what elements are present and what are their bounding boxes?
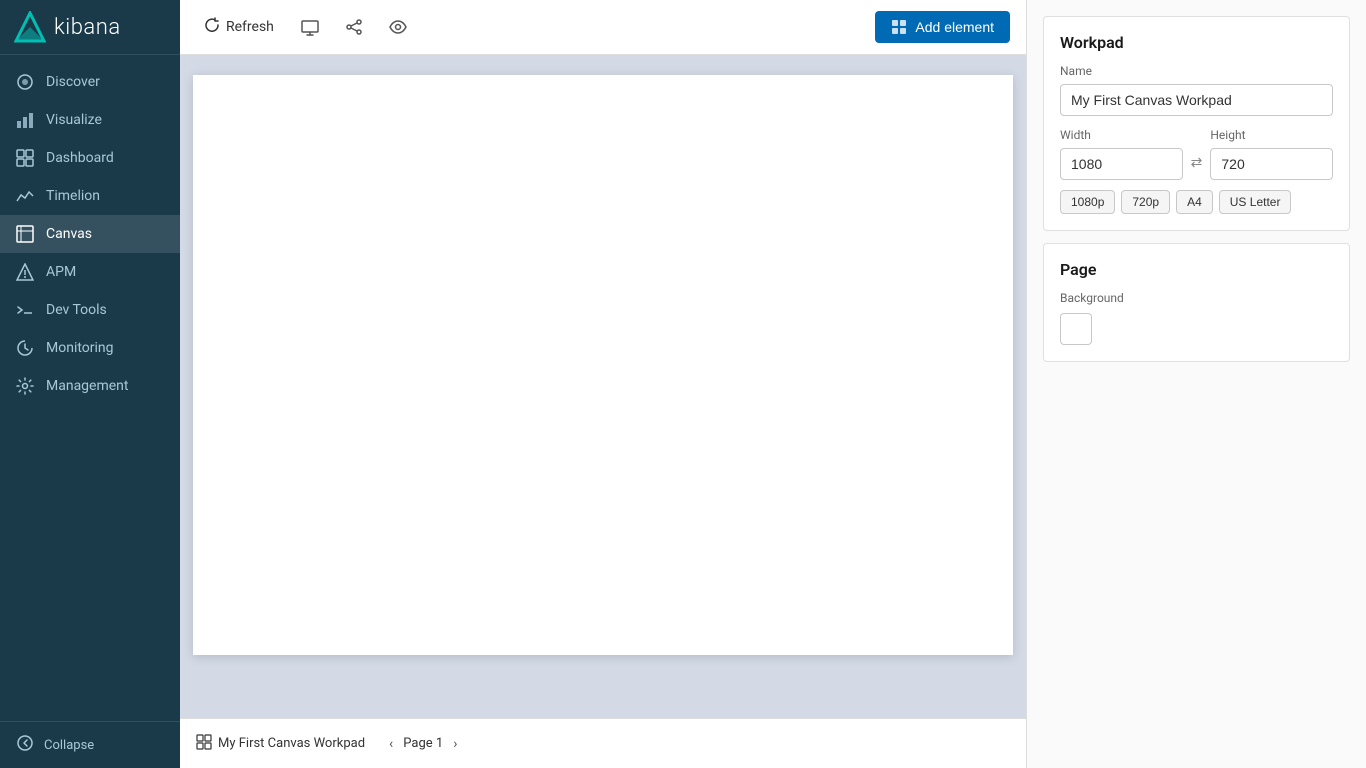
- workpad-name-section: My First Canvas Workpad: [196, 734, 365, 754]
- preview-icon-button[interactable]: [382, 11, 414, 43]
- monitoring-icon: [16, 339, 34, 357]
- workpad-section: Workpad Name Width ⇄ Height 1080p 720p A…: [1043, 16, 1350, 231]
- sidebar-item-canvas[interactable]: Canvas: [0, 215, 180, 253]
- toolbar: Refresh Add element: [180, 0, 1026, 55]
- sidebar-item-monitoring[interactable]: Monitoring: [0, 329, 180, 367]
- preset-720p[interactable]: 720p: [1121, 190, 1170, 214]
- refresh-label: Refresh: [226, 19, 274, 35]
- canvas-area[interactable]: [180, 55, 1026, 718]
- workpad-section-title: Workpad: [1060, 33, 1333, 52]
- height-label: Height: [1210, 128, 1333, 142]
- main-content: Refresh Add element My First Canvas Work…: [180, 0, 1026, 768]
- sidebar-bottom: Collapse: [0, 721, 180, 768]
- nav-items: Discover Visualize Dashboard Timelion Ca…: [0, 55, 180, 721]
- screen-icon-button[interactable]: [294, 11, 326, 43]
- canvas-icon: [16, 225, 34, 243]
- dashboard-icon: [16, 149, 34, 167]
- sidebar-item-timelion[interactable]: Timelion: [0, 177, 180, 215]
- refresh-icon: [204, 17, 220, 37]
- workpad-name-input[interactable]: [1060, 84, 1333, 116]
- collapse-icon: [16, 734, 34, 756]
- visualize-icon: [16, 111, 34, 129]
- sidebar-item-management[interactable]: Management: [0, 367, 180, 405]
- add-element-button[interactable]: Add element: [875, 11, 1010, 43]
- sidebar-logo: kibana: [0, 0, 180, 55]
- height-group: Height: [1210, 128, 1333, 180]
- screen-icon: [301, 18, 319, 36]
- preset-1080p[interactable]: 1080p: [1060, 190, 1115, 214]
- collapse-label: Collapse: [44, 738, 94, 753]
- kibana-logo-text: kibana: [54, 15, 121, 40]
- dimensions-row: Width ⇄ Height: [1060, 128, 1333, 180]
- canvas-workpad: [193, 75, 1013, 655]
- workpad-grid-icon: [196, 734, 212, 754]
- swap-dimensions-icon[interactable]: ⇄: [1191, 155, 1203, 171]
- monitoring-label: Monitoring: [46, 340, 114, 356]
- prev-page-button[interactable]: ‹: [385, 734, 397, 754]
- share-icon-button[interactable]: [338, 11, 370, 43]
- kibana-logo-icon: [14, 11, 46, 43]
- add-element-icon: [891, 19, 907, 35]
- width-label: Width: [1060, 128, 1183, 142]
- preset-a4[interactable]: A4: [1176, 190, 1213, 214]
- bottom-bar: My First Canvas Workpad ‹ Page 1 ›: [180, 718, 1026, 768]
- workpad-name-label: My First Canvas Workpad: [218, 736, 365, 751]
- sidebar-item-discover[interactable]: Discover: [0, 63, 180, 101]
- discover-icon: [16, 73, 34, 91]
- share-icon: [345, 18, 363, 36]
- preset-us-letter[interactable]: US Letter: [1219, 190, 1292, 214]
- dashboard-label: Dashboard: [46, 150, 114, 166]
- page-section: Page Background: [1043, 243, 1350, 362]
- right-panel: Workpad Name Width ⇄ Height 1080p 720p A…: [1026, 0, 1366, 768]
- discover-label: Discover: [46, 74, 100, 90]
- devtools-label: Dev Tools: [46, 302, 107, 318]
- management-label: Management: [46, 378, 128, 394]
- apm-label: APM: [46, 264, 76, 280]
- page-section-title: Page: [1060, 260, 1333, 279]
- collapse-button[interactable]: Collapse: [16, 734, 164, 756]
- devtools-icon: [16, 301, 34, 319]
- preview-icon: [389, 18, 407, 36]
- visualize-label: Visualize: [46, 112, 102, 128]
- width-input[interactable]: [1060, 148, 1183, 180]
- timelion-label: Timelion: [46, 188, 100, 204]
- canvas-label: Canvas: [46, 226, 92, 242]
- width-group: Width: [1060, 128, 1183, 180]
- management-icon: [16, 377, 34, 395]
- sidebar-item-visualize[interactable]: Visualize: [0, 101, 180, 139]
- sidebar-item-dashboard[interactable]: Dashboard: [0, 139, 180, 177]
- timelion-icon: [16, 187, 34, 205]
- height-input[interactable]: [1210, 148, 1333, 180]
- sidebar: kibana Discover Visualize Dashboard Time…: [0, 0, 180, 768]
- add-element-label: Add element: [915, 19, 994, 35]
- background-color-swatch[interactable]: [1060, 313, 1092, 345]
- sidebar-item-apm[interactable]: APM: [0, 253, 180, 291]
- refresh-button[interactable]: Refresh: [196, 13, 282, 41]
- page-navigation: ‹ Page 1 ›: [385, 734, 461, 754]
- page-label: Page 1: [403, 736, 443, 751]
- apm-icon: [16, 263, 34, 281]
- next-page-button[interactable]: ›: [449, 734, 461, 754]
- name-field-label: Name: [1060, 64, 1333, 78]
- sidebar-item-devtools[interactable]: Dev Tools: [0, 291, 180, 329]
- background-label: Background: [1060, 291, 1333, 305]
- preset-buttons: 1080p 720p A4 US Letter: [1060, 190, 1333, 214]
